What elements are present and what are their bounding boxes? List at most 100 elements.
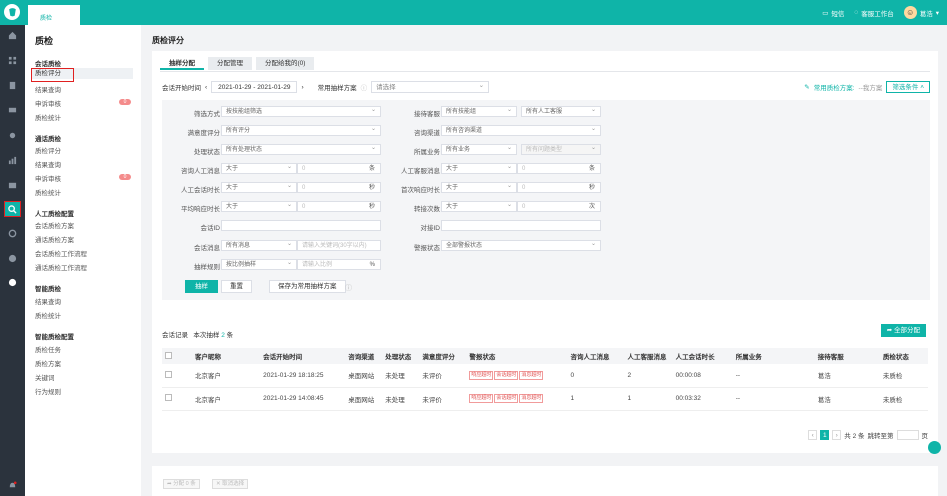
row-checkbox[interactable]: [165, 370, 172, 378]
dock-id-input[interactable]: [441, 220, 601, 231]
row-checkbox[interactable]: [165, 394, 172, 401]
prev-page-icon[interactable]: ‹: [808, 430, 818, 440]
transfer-op[interactable]: 大于: [441, 200, 517, 212]
session-id-input[interactable]: [221, 220, 381, 231]
subnav-item[interactable]: 关键词: [35, 372, 137, 382]
session-duration-input[interactable]: 0秒: [297, 182, 381, 193]
transfer-input[interactable]: 0次: [517, 201, 601, 212]
warning-tag: 响应超时: [469, 394, 494, 403]
subnav-item[interactable]: 通话质检方案: [35, 234, 137, 244]
issue-type-select[interactable]: 所有问题类型: [521, 143, 601, 155]
tools-icon[interactable]: [7, 130, 18, 141]
avg-response-input[interactable]: 0秒: [297, 201, 381, 212]
table-row[interactable]: 北京客户 2021-01-29 18:18:25 桌面网站 未处理 未评价 响应超时 会话超…: [162, 364, 928, 388]
cancel-selection-button[interactable]: ✕ 取消选择: [212, 479, 249, 489]
process-status-select[interactable]: 所有处理状态: [221, 143, 381, 155]
save-plan-button[interactable]: 保存为常用抽样方案: [269, 280, 346, 293]
sms-icon: ▭: [822, 9, 829, 17]
date-range-picker[interactable]: 2021-01-29 - 2021-01-29: [211, 81, 298, 93]
subnav-item[interactable]: 结果查询: [35, 296, 137, 306]
subnav-item[interactable]: 质检统计: [35, 187, 137, 197]
list-icon[interactable]: [7, 80, 18, 91]
page-number[interactable]: 1: [820, 430, 830, 440]
agent-select[interactable]: 所有人工客服: [521, 105, 601, 117]
first-response-op[interactable]: 大于: [441, 181, 517, 193]
page-jump-input[interactable]: [896, 430, 919, 440]
stats-icon[interactable]: [7, 155, 18, 166]
filter-toggle-button[interactable]: 筛选条件 ˄: [886, 81, 930, 93]
avg-response-op[interactable]: 大于: [221, 200, 297, 212]
agent-group-select[interactable]: 所有技能组: [441, 105, 517, 117]
keyword-input[interactable]: 请输入关键词(30字以内): [297, 240, 381, 251]
sample-plan-select[interactable]: 请选择: [371, 80, 490, 93]
common-plan-label[interactable]: 常用质检方案:: [814, 82, 855, 92]
message-type-select[interactable]: 所有消息: [221, 239, 297, 251]
table-cell: 1: [567, 387, 625, 411]
subnav-item[interactable]: 结果查询: [35, 159, 137, 169]
subnav-item[interactable]: 结果查询: [35, 84, 137, 94]
sms-button[interactable]: ▭ 短信: [822, 8, 844, 18]
filter-method-select[interactable]: 按技能组筛选: [221, 105, 381, 117]
subnav-item[interactable]: 申诉审核 0: [35, 173, 137, 183]
column-header: 人工会话时长: [672, 348, 733, 364]
subnav-item-label: 结果查询: [35, 87, 61, 94]
subnav-item-label: 质检任务: [35, 347, 61, 354]
consult-msg-input[interactable]: 0条: [297, 163, 381, 174]
subnav-item[interactable]: 会话质检方案: [35, 220, 137, 230]
assign-selected-button[interactable]: ➦ 分配 0 条: [163, 479, 200, 489]
first-response-input[interactable]: 0秒: [517, 182, 601, 193]
filter-label: 所属业务: [414, 149, 440, 156]
warning-tag: 会话超时: [494, 370, 519, 380]
grid-icon[interactable]: [7, 55, 18, 66]
chat-float-icon[interactable]: [928, 441, 941, 454]
table-row[interactable]: 北京客户 2021-01-29 14:08:45 桌面网站 未处理 未评价 响应超时 会话超…: [162, 387, 928, 411]
sample-rule-select[interactable]: 按比例抽样: [221, 258, 297, 270]
bell-icon[interactable]: [7, 480, 18, 491]
agent-msg-input[interactable]: 0条: [517, 163, 601, 174]
ratio-input[interactable]: 请输入比例%: [297, 259, 381, 270]
alarm-status-select[interactable]: 全部警报状态: [441, 239, 601, 251]
table-cell: 2021-01-29 14:08:45: [260, 387, 346, 411]
subnav-item[interactable]: 通话质检工作流程: [35, 262, 137, 272]
tab-quality[interactable]: 质检: [28, 5, 80, 25]
select-all-checkbox[interactable]: [165, 351, 172, 359]
tab-assigned-to-me[interactable]: 分配给我的(0): [256, 57, 315, 70]
subnav-item[interactable]: 质检方案: [35, 358, 137, 368]
reset-button[interactable]: 重置: [221, 280, 252, 293]
business-select[interactable]: 所有业务: [441, 143, 517, 155]
tab-sampling[interactable]: 抽样分配: [160, 57, 204, 70]
tab-assign-manage[interactable]: 分配管理: [208, 57, 252, 70]
subnav-item[interactable]: 质检评分: [35, 145, 137, 155]
target-icon[interactable]: [7, 253, 18, 264]
satisfaction-select[interactable]: 所有评分: [221, 124, 381, 136]
prev-date-icon[interactable]: ‹: [205, 84, 207, 91]
app-logo[interactable]: [4, 4, 20, 20]
quality-search-icon[interactable]: [4, 201, 21, 217]
subnav-item[interactable]: 申诉审核 0: [35, 98, 137, 108]
channel-select[interactable]: 所有咨询渠道: [441, 124, 601, 136]
chat-icon[interactable]: [7, 105, 18, 116]
next-date-icon[interactable]: ›: [301, 84, 303, 91]
session-duration-op[interactable]: 大于: [221, 181, 297, 193]
subnav-item[interactable]: 行为规则: [35, 386, 137, 396]
assign-all-button[interactable]: ➦ 全部分配: [880, 324, 926, 337]
subnav-item[interactable]: 质检统计: [35, 310, 137, 320]
subnav-item-label: 结果查询: [35, 162, 61, 169]
home-icon[interactable]: [7, 30, 18, 41]
folder-icon[interactable]: [7, 180, 18, 191]
sample-button[interactable]: 抽样: [185, 280, 218, 293]
subnav-item[interactable]: 质检统计: [35, 112, 137, 122]
subnav-item[interactable]: 会话质检工作流程: [35, 248, 137, 258]
workbench-button[interactable]: ◌ 客服工作台: [854, 8, 893, 18]
consult-msg-op[interactable]: 大于: [221, 162, 297, 174]
settings-icon[interactable]: [7, 228, 18, 239]
plan-label: 常用抽样方案: [317, 85, 357, 92]
subnav-item[interactable]: 质检任务: [35, 344, 137, 354]
agent-msg-op[interactable]: 大于: [441, 162, 517, 174]
chevron-down-icon: ▾: [935, 9, 939, 17]
user-menu[interactable]: ☺ 葛浩 ▾: [903, 6, 939, 19]
next-page-icon[interactable]: ›: [832, 430, 842, 440]
info-icon[interactable]: [7, 277, 18, 288]
table-cell: 未评价: [419, 387, 467, 411]
subnav-item-label: 关键词: [35, 375, 55, 382]
